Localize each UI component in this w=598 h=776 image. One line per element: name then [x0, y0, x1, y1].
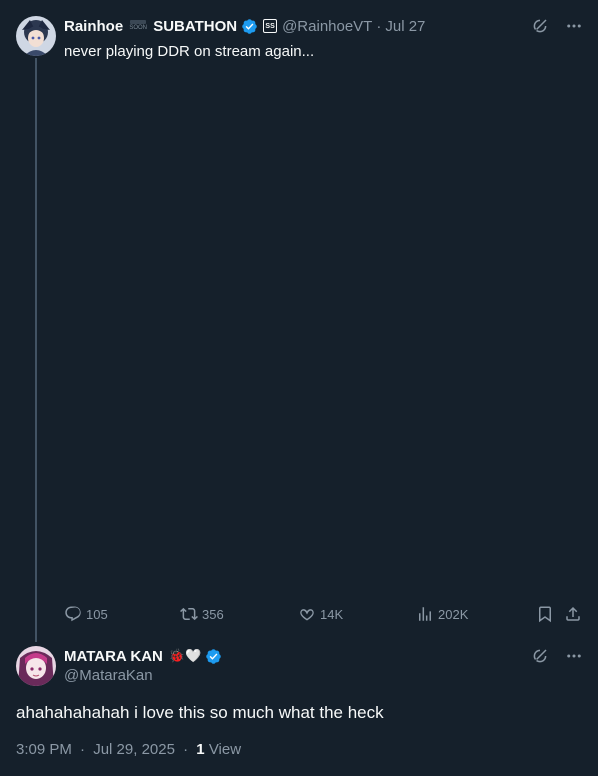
soon-badge: SOON — [129, 20, 147, 32]
tweet-text: ahahahahahah i love this so much what th… — [16, 703, 384, 722]
soon-badge-bar — [130, 20, 147, 24]
bookmark-button[interactable] — [536, 605, 554, 623]
thread-connector-line — [35, 58, 37, 642]
tweet-text: never playing DDR on stream again... — [64, 43, 315, 60]
tweet-date[interactable]: Jul 29, 2025 — [93, 741, 175, 758]
separator-dot: · — [376, 17, 382, 35]
views-icon — [419, 607, 431, 621]
handle[interactable]: @MataraKan — [64, 667, 153, 684]
grok-icon[interactable] — [530, 16, 550, 36]
tweet-meta: 3:09 PM · Jul 29, 2025 · 1 View — [16, 741, 241, 758]
reply-top-actions — [530, 646, 584, 666]
share-button[interactable] — [564, 605, 582, 623]
parent-top-actions — [530, 16, 584, 36]
verified-icon[interactable] — [205, 648, 222, 665]
display-name[interactable]: MATARA KAN — [64, 648, 163, 665]
display-name[interactable]: Rainhoe — [64, 18, 123, 35]
views-button[interactable]: 202K — [416, 605, 468, 623]
views-label: View — [208, 741, 242, 758]
affiliate-badge[interactable]: SS — [263, 19, 278, 33]
reply-icon — [65, 606, 81, 622]
grok-icon[interactable] — [530, 646, 550, 666]
soon-badge-text: SOON — [129, 25, 148, 31]
share-icon — [566, 606, 580, 621]
display-name-suffix[interactable]: SUBATHON — [153, 18, 237, 35]
tweet-action-bar: 105 356 14K 202K — [64, 602, 582, 626]
like-count: 14K — [320, 606, 344, 622]
handle[interactable]: @RainhoeVT — [282, 18, 372, 35]
avatar-matara-kan[interactable] — [16, 646, 56, 686]
parent-tweet-header: Rainhoe SOON SUBATHON SS @RainhoeVT · Ju… — [64, 16, 586, 36]
retweet-button[interactable]: 356 — [180, 605, 224, 623]
separator-dot: · — [183, 741, 189, 758]
tweet-date[interactable]: Jul 27 — [385, 18, 425, 35]
reply-count: 105 — [86, 606, 108, 622]
reply-tweet-header: MATARA KAN 🐞🤍 — [64, 646, 222, 666]
name-emojis: 🐞🤍 — [168, 648, 202, 663]
retweet-count: 356 — [202, 606, 224, 622]
reply-button[interactable]: 105 — [64, 605, 108, 623]
heart-icon — [300, 609, 314, 621]
views-count: 1 — [196, 741, 205, 758]
tweet-thread: Rainhoe SOON SUBATHON SS @RainhoeVT · Ju… — [0, 0, 598, 776]
bookmark-icon — [539, 606, 551, 623]
verified-icon[interactable] — [241, 18, 258, 35]
like-button[interactable]: 14K — [298, 605, 343, 623]
more-icon[interactable] — [564, 646, 584, 666]
views-count: 202K — [438, 606, 469, 622]
retweet-icon — [180, 607, 198, 621]
tweet-time[interactable]: 3:09 PM — [16, 741, 72, 758]
more-icon[interactable] — [564, 16, 584, 36]
separator-dot: · — [80, 741, 86, 758]
avatar-rainhoe[interactable] — [16, 16, 56, 56]
